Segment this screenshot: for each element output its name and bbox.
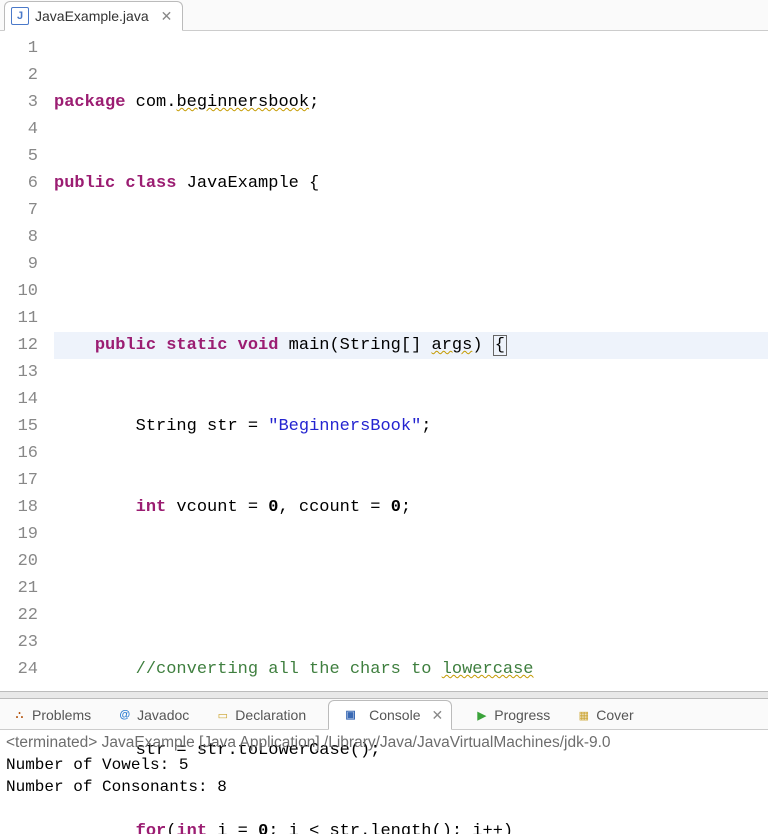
code-area[interactable]: package com.beginnersbook; public class … (44, 31, 768, 691)
tab-progress[interactable]: ▶ Progress (470, 701, 554, 729)
tab-console[interactable]: ▣ Console ✕ (328, 700, 452, 730)
problems-icon: ⛬ (12, 708, 27, 723)
javadoc-icon: @ (117, 708, 132, 723)
tab-problems[interactable]: ⛬ Problems (8, 701, 95, 729)
java-file-icon: J (11, 7, 29, 25)
progress-icon: ▶ (474, 708, 489, 723)
tab-javadoc-label: Javadoc (137, 707, 189, 723)
close-icon[interactable]: ✕ (161, 8, 173, 25)
line-number-gutter: 1 2 3 4 5 6 7 8 9 10 11 12 13 14 15 16 1… (0, 31, 44, 691)
declaration-icon: ▭ (215, 708, 230, 723)
tab-declaration[interactable]: ▭ Declaration (211, 701, 310, 729)
close-icon[interactable]: ✕ (432, 707, 444, 724)
tab-progress-label: Progress (494, 707, 550, 723)
console-icon: ▣ (337, 706, 364, 725)
tab-coverage-label: Cover (596, 707, 633, 723)
tab-coverage[interactable]: ▦ Cover (572, 701, 637, 729)
tab-problems-label: Problems (32, 707, 91, 723)
editor-tab-strip: J JavaExample.java ✕ (0, 0, 768, 31)
coverage-icon: ▦ (576, 708, 591, 723)
editor-tab-label: JavaExample.java (35, 8, 149, 24)
tab-declaration-label: Declaration (235, 707, 306, 723)
code-editor[interactable]: 1 2 3 4 5 6 7 8 9 10 11 12 13 14 15 16 1… (0, 31, 768, 691)
tab-console-label: Console (369, 707, 420, 723)
editor-tab-javaexample[interactable]: J JavaExample.java ✕ (4, 1, 183, 31)
tab-javadoc[interactable]: @ Javadoc (113, 701, 193, 729)
